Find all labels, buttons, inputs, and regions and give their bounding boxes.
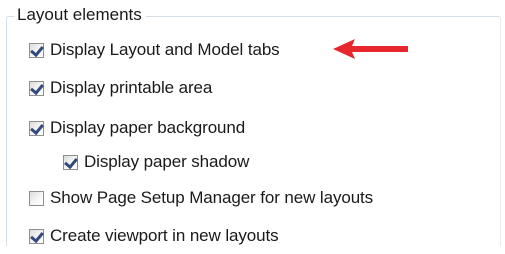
create-viewport-label: Create viewport in new layouts — [50, 226, 279, 245]
display-paper-background-label: Display paper background — [50, 118, 246, 137]
display-layout-model-tabs-checkbox[interactable] — [29, 42, 44, 58]
left-arrow-icon — [333, 39, 408, 59]
display-printable-area-label: Display printable area — [50, 78, 213, 97]
display-paper-shadow-label: Display paper shadow — [84, 152, 250, 171]
display-printable-area-checkbox[interactable] — [29, 80, 44, 96]
show-page-setup-manager-label: Show Page Setup Manager for new layouts — [50, 188, 374, 207]
display-layout-model-tabs-option[interactable]: Display Layout and Model tabs — [29, 39, 280, 61]
show-page-setup-manager-option[interactable]: Show Page Setup Manager for new layouts — [29, 187, 373, 209]
display-layout-model-tabs-label: Display Layout and Model tabs — [50, 40, 280, 59]
display-paper-background-checkbox[interactable] — [29, 120, 44, 136]
create-viewport-checkbox[interactable] — [29, 228, 44, 244]
show-page-setup-manager-checkbox[interactable] — [29, 190, 44, 206]
display-paper-background-option[interactable]: Display paper background — [29, 117, 245, 139]
display-paper-shadow-checkbox[interactable] — [63, 154, 78, 170]
create-viewport-option[interactable]: Create viewport in new layouts — [29, 225, 279, 247]
display-printable-area-option[interactable]: Display printable area — [29, 77, 212, 99]
display-paper-shadow-option[interactable]: Display paper shadow — [63, 151, 249, 173]
group-title: Layout elements — [14, 5, 146, 25]
